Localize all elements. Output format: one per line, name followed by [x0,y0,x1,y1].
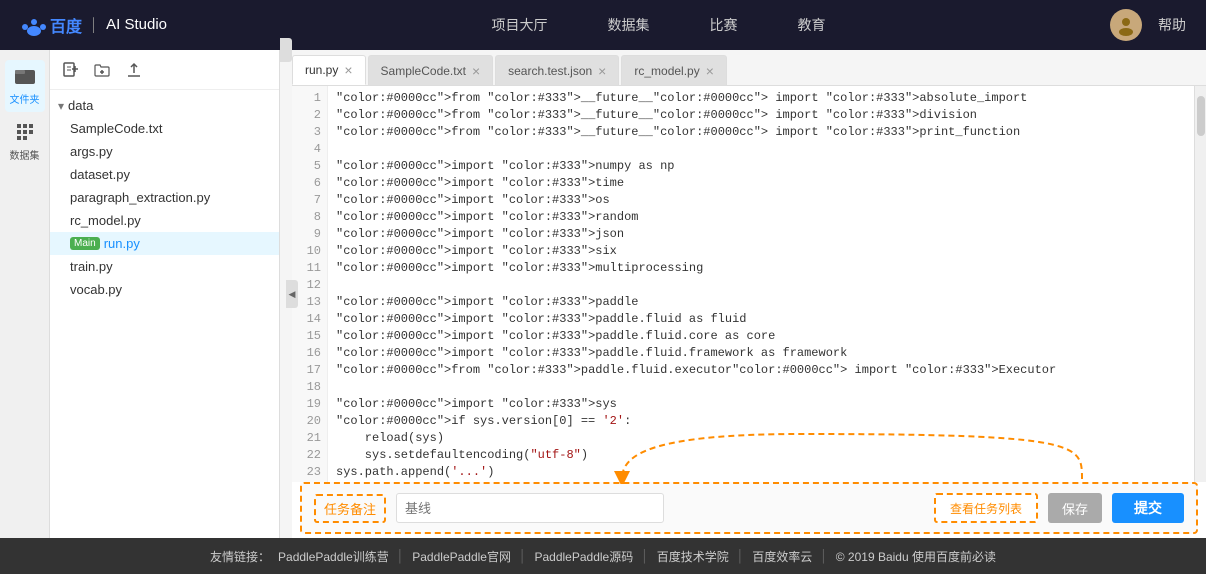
footer: 友情链接： PaddlePaddle训练营 │ PaddlePaddle官网 │… [0,538,1206,574]
new-file-button[interactable] [58,58,82,82]
file-name: args.py [70,144,113,159]
nav-right: 帮助 [1110,9,1186,41]
file-name: vocab.py [70,282,122,297]
scrollbar[interactable] [1194,86,1206,482]
chevron-down-icon: ▾ [58,99,64,113]
tab-label: search.test.json [508,64,592,78]
tab-label: run.py [305,63,338,77]
editor-area: ◀ run.py × SampleCode.txt × search.test.… [292,50,1206,538]
submit-bar: 任务备注 查看任务列表 保存 提交 [300,482,1198,534]
list-item[interactable]: train.py [50,255,279,278]
nav-education[interactable]: 教育 [798,15,826,35]
sidebar-icons: 文件夹 数据集 [0,50,50,538]
tab-search-test[interactable]: search.test.json × [495,55,619,85]
baseline-input[interactable] [396,493,664,523]
footer-link[interactable]: PaddlePaddle源码 [534,548,633,565]
nav-menu: 项目大厅 数据集 比赛 教育 [207,15,1110,35]
code-content[interactable]: "color:#0000cc">from "color:#333">__futu… [328,86,1194,482]
footer-copyright: © 2019 Baidu 使用百度前必读 [836,548,996,565]
nav-competitions[interactable]: 比赛 [710,15,738,35]
file-toolbar [50,50,279,90]
tab-samplecode[interactable]: SampleCode.txt × [368,55,494,85]
file-name: paragraph_extraction.py [70,190,210,205]
nav-datasets[interactable]: 数据集 [608,15,650,35]
footer-link[interactable]: PaddlePaddle官网 [412,548,511,565]
panel-collapse-arrow[interactable] [280,38,292,62]
editor-tabs: run.py × SampleCode.txt × search.test.js… [292,50,1206,86]
ai-studio-text: AI Studio [106,16,167,33]
file-name: rc_model.py [70,213,141,228]
chevron-left-icon: ◀ [289,289,296,300]
file-list: ▾ data SampleCode.txt args.py dataset.py… [50,90,279,538]
list-item[interactable]: paragraph_extraction.py [50,186,279,209]
tab-rc-model[interactable]: rc_model.py × [621,55,727,85]
list-item[interactable]: rc_model.py [50,209,279,232]
files-label: 文件夹 [10,91,40,106]
main-badge: Main [70,237,100,250]
close-icon[interactable]: × [344,62,352,78]
close-icon[interactable]: × [598,63,606,79]
close-icon[interactable]: × [472,63,480,79]
user-avatar[interactable] [1110,9,1142,41]
list-item[interactable]: SampleCode.txt [50,117,279,140]
view-tasks-button[interactable]: 查看任务列表 [934,493,1038,523]
sidebar-item-files[interactable]: 文件夹 [5,60,45,112]
scrollbar-thumb[interactable] [1197,96,1205,136]
list-item[interactable]: dataset.py [50,163,279,186]
sidebar-item-datasets[interactable]: 数据集 [5,116,45,168]
datasets-icon [15,122,35,145]
tab-label: rc_model.py [634,64,699,78]
nav-projects[interactable]: 项目大厅 [492,15,548,35]
new-folder-button[interactable] [90,58,114,82]
file-name: dataset.py [70,167,130,182]
footer-prefix: 友情链接： [210,548,270,565]
top-navigation: 百度 │ AI Studio 项目大厅 数据集 比赛 教育 帮助 [0,0,1206,50]
main-layout: 文件夹 数据集 [0,50,1206,538]
close-icon[interactable]: × [706,63,714,79]
file-name-active: run.py [104,236,140,251]
submit-button[interactable]: 提交 [1112,493,1184,523]
file-panel: ▾ data SampleCode.txt args.py dataset.py… [50,50,280,538]
list-item-active[interactable]: Main run.py [50,232,279,255]
data-folder[interactable]: ▾ data [50,94,279,117]
help-link[interactable]: 帮助 [1158,15,1186,35]
file-name: train.py [70,259,113,274]
upload-button[interactable] [122,58,146,82]
footer-link[interactable]: PaddlePaddle训练营 [278,548,389,565]
folder-icon [15,66,35,89]
baidu-logo: 百度 [20,13,82,38]
logo: 百度 │ AI Studio [20,13,167,38]
logo-divider: │ [90,17,98,32]
file-name: SampleCode.txt [70,121,163,136]
folder-name: data [68,98,93,113]
datasets-label: 数据集 [10,147,40,162]
list-item[interactable]: vocab.py [50,278,279,301]
tab-run-py[interactable]: run.py × [292,55,366,85]
list-item[interactable]: args.py [50,140,279,163]
tab-label: SampleCode.txt [381,64,466,78]
footer-link[interactable]: 百度效率云 [752,548,812,565]
code-editor: 123456789101112131415161718192021222324 … [292,86,1206,482]
footer-link[interactable]: 百度技术学院 [657,548,729,565]
collapse-panel-button[interactable]: ◀ [286,280,298,308]
task-note-label: 任务备注 [314,494,386,523]
save-button[interactable]: 保存 [1048,493,1102,523]
